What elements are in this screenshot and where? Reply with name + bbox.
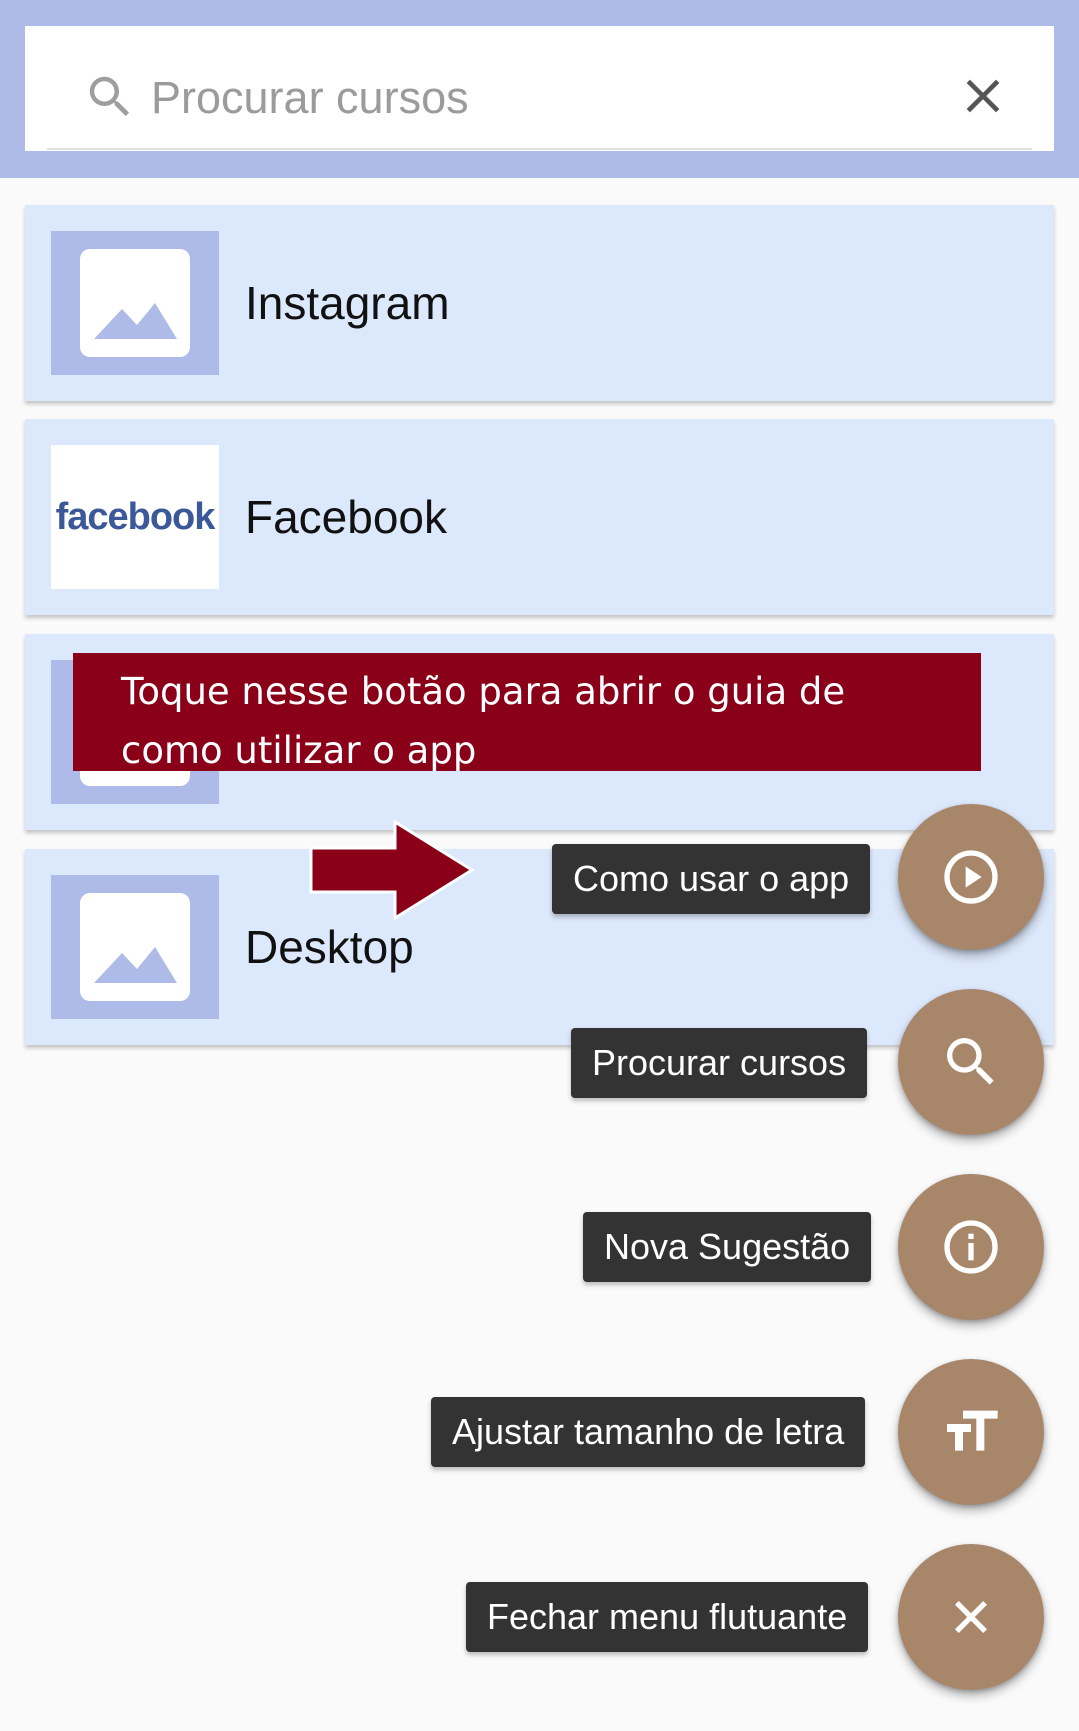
how-to-use-button[interactable]	[898, 804, 1044, 950]
fab-label-how-to-use[interactable]: Como usar o app	[552, 844, 871, 914]
fab-label-adjust-font-size[interactable]: Ajustar tamanho de letra	[431, 1397, 866, 1467]
search-icon	[947, 1038, 994, 1085]
search-courses-button[interactable]	[898, 989, 1044, 1135]
course-title: Facebook	[245, 491, 448, 543]
course-thumbnail	[51, 875, 219, 1019]
fab-label-close-menu[interactable]: Fechar menu flutuante	[466, 1582, 869, 1652]
info-icon	[944, 1220, 998, 1274]
callout-line-1: Toque nesse botão para abrir o guia de	[121, 670, 846, 713]
app-bar	[0, 0, 1079, 178]
tutorial-callout: Toque nesse botão para abrir o guia de c…	[73, 653, 981, 772]
text-size-icon	[947, 1410, 998, 1451]
course-card-instagram[interactable]: Instagram	[25, 205, 1054, 401]
course-title: Instagram	[245, 277, 450, 329]
fab-label-new-suggestion[interactable]: Nova Sugestão	[583, 1212, 872, 1282]
new-suggestion-button[interactable]	[898, 1174, 1044, 1320]
fab-label-search-courses[interactable]: Procurar cursos	[571, 1028, 868, 1098]
pointer-arrow-icon	[309, 819, 475, 921]
search-bar	[25, 26, 1054, 151]
search-input[interactable]	[149, 62, 933, 134]
course-thumbnail: facebook	[51, 445, 219, 589]
course-card-facebook[interactable]: facebook Facebook	[25, 419, 1054, 615]
image-placeholder-icon	[80, 249, 190, 357]
search-icon	[89, 76, 130, 117]
close-icon	[955, 1601, 987, 1633]
close-menu-button[interactable]	[898, 1544, 1044, 1690]
play-circle-icon	[944, 850, 998, 904]
course-thumbnail	[51, 231, 219, 375]
adjust-font-size-button[interactable]	[898, 1359, 1044, 1505]
facebook-logo: facebook	[55, 495, 216, 538]
search-underline	[47, 148, 1032, 150]
image-placeholder-icon	[80, 893, 190, 1001]
close-icon[interactable]	[955, 68, 1011, 124]
callout-line-2: como utilizar o app	[121, 729, 477, 772]
